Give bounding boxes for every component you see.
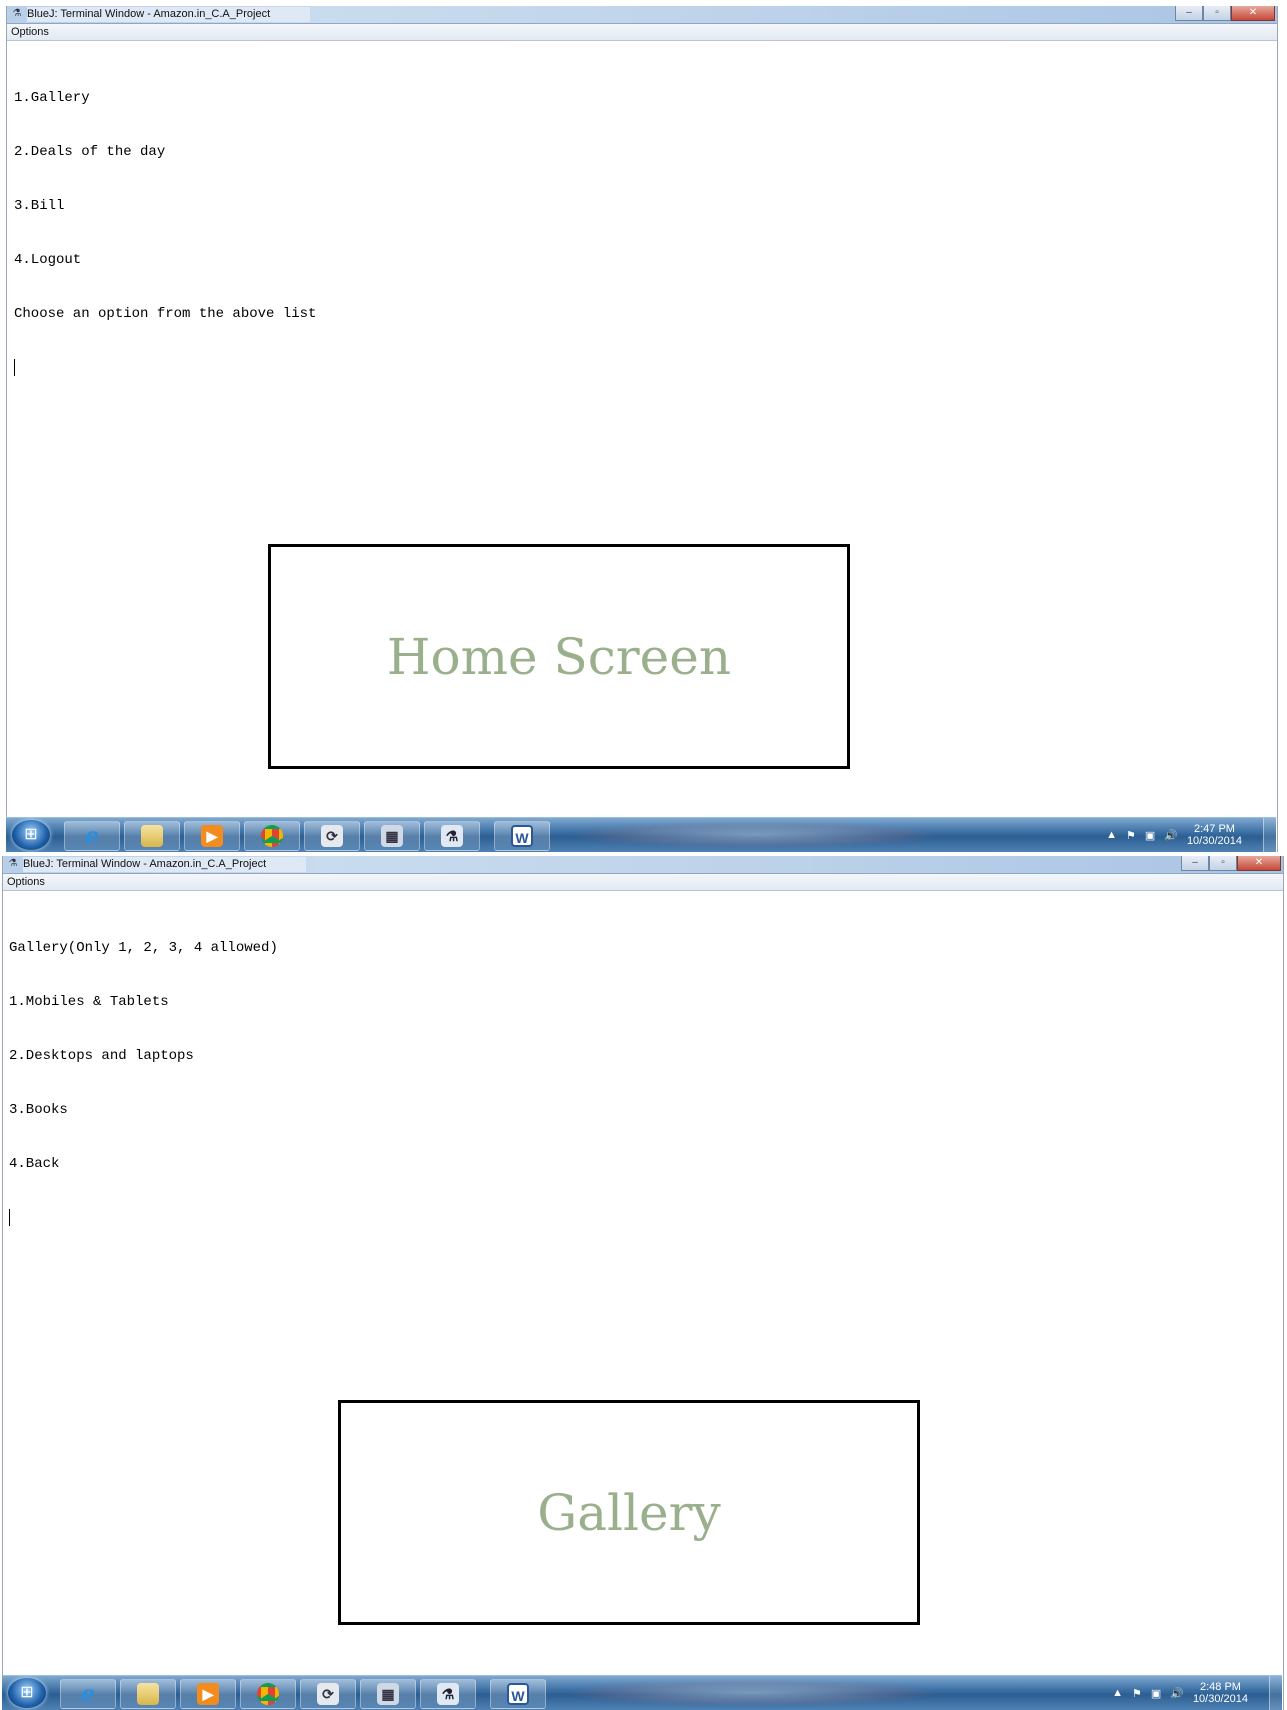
show-hidden-icons-icon[interactable]: ▲: [1112, 1687, 1123, 1699]
terminal-text: 1.Gallery 2.Deals of the day 3.Bill 4.Lo…: [14, 53, 316, 412]
window-titlebar[interactable]: ⚗ BlueJ: Terminal Window - Amazon.in_C.A…: [3, 856, 1283, 874]
word-icon: W: [511, 825, 533, 847]
window-controls: – ▫ ✕: [1175, 6, 1275, 21]
menu-bar: Options: [7, 24, 1277, 41]
terminal-line: 2.Deals of the day: [14, 144, 166, 160]
close-button[interactable]: ✕: [1237, 856, 1281, 871]
taskbar-explorer[interactable]: [120, 1679, 176, 1709]
clock-date: 10/30/2014: [1186, 835, 1242, 847]
system-tray: ▲ ⚑ ▣ 🔊 2:48 PM 10/30/2014: [1112, 1680, 1248, 1706]
word-icon: W: [507, 1683, 529, 1705]
taskbar-misc-app[interactable]: ⟳: [300, 1679, 356, 1709]
folder-icon: [141, 825, 163, 847]
clock-time: 2:48 PM: [1199, 1681, 1241, 1693]
calculator-icon: ▦: [381, 825, 403, 847]
calculator-icon: ▦: [377, 1683, 399, 1705]
windows-taskbar: ⊞ e ▶ ⟳ ▦ ⚗ W ▲ ⚑ ▣ 🔊 2:47 PM 10/30/2014: [6, 817, 1276, 852]
menu-options[interactable]: Options: [11, 25, 49, 39]
taskbar-media-player[interactable]: ▶: [180, 1679, 236, 1709]
clock-time: 2:47 PM: [1193, 823, 1235, 835]
clock[interactable]: 2:47 PM 10/30/2014: [1187, 823, 1242, 847]
window-title: BlueJ: Terminal Window - Amazon.in_C.A_P…: [23, 857, 307, 872]
terminal-text: Gallery(Only 1, 2, 3, 4 allowed) 1.Mobil…: [9, 903, 278, 1262]
window-controls: – ▫ ✕: [1181, 856, 1281, 871]
taskbar-explorer[interactable]: [124, 821, 180, 851]
taskbar-wallpaper-swoosh: [562, 1680, 942, 1706]
minimize-button[interactable]: –: [1181, 856, 1209, 871]
text-caret: [14, 359, 15, 376]
text-caret: [9, 1209, 10, 1226]
menu-bar: Options: [3, 874, 1283, 891]
terminal-line: 4.Back: [9, 1156, 60, 1172]
media-player-icon: ▶: [197, 1683, 219, 1705]
taskbar-misc-app[interactable]: ⟳: [304, 821, 360, 851]
volume-icon[interactable]: 🔊: [1164, 829, 1178, 842]
menu-options[interactable]: Options: [7, 875, 45, 889]
network-icon[interactable]: ▣: [1151, 1687, 1161, 1700]
taskbar-wallpaper-swoosh: [566, 822, 946, 848]
taskbar-ie[interactable]: e: [60, 1679, 116, 1709]
screenshot-gallery: ⚗ BlueJ: Terminal Window - Amazon.in_C.A…: [0, 852, 1287, 1710]
terminal-line: 3.Books: [9, 1102, 68, 1118]
system-tray: ▲ ⚑ ▣ 🔊 2:47 PM 10/30/2014: [1106, 822, 1242, 848]
show-hidden-icons-icon[interactable]: ▲: [1106, 829, 1117, 841]
window-titlebar[interactable]: ⚗ BlueJ: Terminal Window - Amazon.in_C.A…: [7, 6, 1277, 24]
caption-home-screen: Home Screen: [386, 627, 732, 686]
taskbar-media-player[interactable]: ▶: [184, 821, 240, 851]
taskbar-calculator[interactable]: ▦: [360, 1679, 416, 1709]
maximize-button[interactable]: ▫: [1203, 6, 1231, 21]
clock[interactable]: 2:48 PM 10/30/2014: [1193, 1681, 1248, 1705]
bluej-icon: ⚗: [437, 1683, 459, 1705]
internet-explorer-icon: e: [81, 1681, 95, 1707]
clock-date: 10/30/2014: [1192, 1693, 1248, 1705]
minimize-button[interactable]: –: [1175, 6, 1203, 21]
action-center-icon[interactable]: ⚑: [1132, 1687, 1142, 1700]
action-center-icon[interactable]: ⚑: [1126, 829, 1136, 842]
screenshot-home-screen: ⚗ BlueJ: Terminal Window - Amazon.in_C.A…: [0, 0, 1287, 852]
terminal-line: 4.Logout: [14, 252, 82, 268]
terminal-line: 1.Mobiles & Tablets: [9, 994, 169, 1010]
caption-gallery: Gallery: [537, 1483, 721, 1542]
terminal-line: 1.Gallery: [14, 90, 90, 106]
media-player-icon: ▶: [201, 825, 223, 847]
show-desktop-button[interactable]: [1269, 1676, 1282, 1710]
taskbar-word[interactable]: W: [494, 821, 550, 851]
terminal-line: 2.Desktops and laptops: [9, 1048, 194, 1064]
terminal-line: 3.Bill: [14, 198, 65, 214]
misc-app-icon: ⟳: [321, 825, 343, 847]
bluej-icon: ⚗: [441, 825, 463, 847]
taskbar-ie[interactable]: e: [64, 821, 120, 851]
terminal-line: Choose an option from the above list: [14, 306, 317, 322]
start-orb-icon[interactable]: ⊞: [8, 1678, 46, 1708]
windows-taskbar: ⊞ e ▶ ⟳ ▦ ⚗ W ▲ ⚑ ▣ 🔊 2:48 PM 10/30/2014: [2, 1675, 1282, 1710]
taskbar-bluej[interactable]: ⚗: [420, 1679, 476, 1709]
misc-app-icon: ⟳: [317, 1683, 339, 1705]
caption-box: Home Screen: [268, 544, 850, 769]
network-icon[interactable]: ▣: [1145, 829, 1155, 842]
bluej-app-icon: ⚗: [8, 858, 18, 869]
taskbar-calculator[interactable]: ▦: [364, 821, 420, 851]
start-orb-icon[interactable]: ⊞: [12, 820, 50, 850]
volume-icon[interactable]: 🔊: [1170, 1687, 1184, 1700]
taskbar-word[interactable]: W: [490, 1679, 546, 1709]
maximize-button[interactable]: ▫: [1209, 856, 1237, 871]
chrome-icon: [257, 1683, 279, 1705]
bluej-app-icon: ⚗: [12, 8, 22, 19]
window-title: BlueJ: Terminal Window - Amazon.in_C.A_P…: [27, 7, 311, 22]
internet-explorer-icon: e: [85, 823, 99, 849]
terminal-line: Gallery(Only 1, 2, 3, 4 allowed): [9, 940, 278, 956]
taskbar-bluej[interactable]: ⚗: [424, 821, 480, 851]
chrome-icon: [261, 825, 283, 847]
taskbar-chrome[interactable]: [240, 1679, 296, 1709]
taskbar-chrome[interactable]: [244, 821, 300, 851]
show-desktop-button[interactable]: [1263, 818, 1276, 852]
close-button[interactable]: ✕: [1231, 6, 1275, 21]
caption-box: Gallery: [338, 1400, 920, 1625]
folder-icon: [137, 1683, 159, 1705]
